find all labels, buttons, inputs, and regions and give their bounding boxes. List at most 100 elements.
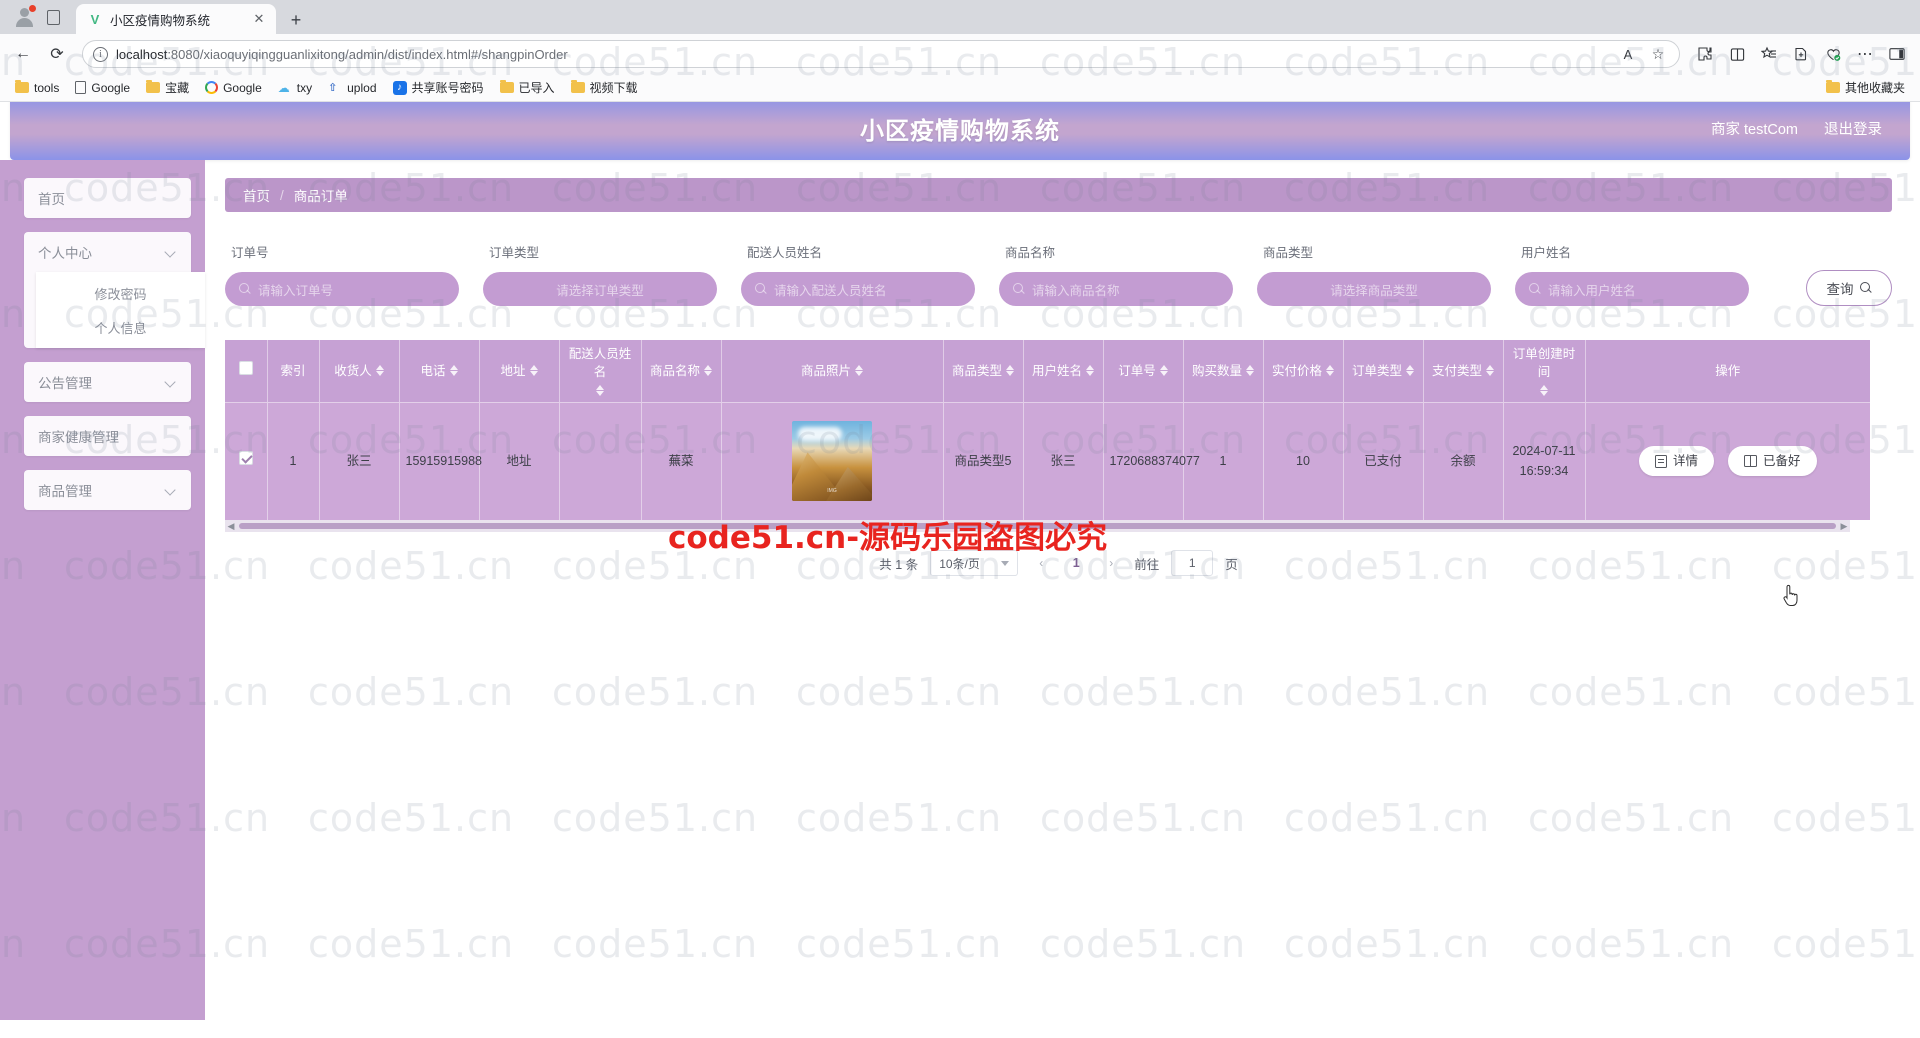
sort-icon[interactable] — [1540, 385, 1548, 397]
sort-icon[interactable] — [596, 385, 604, 397]
bookmark-item[interactable]: 视频下载 — [564, 76, 645, 99]
th-order-type[interactable]: 订单类型 — [1343, 340, 1424, 402]
th-phone[interactable]: 电话 — [399, 340, 480, 402]
bookmark-item[interactable]: ♪ 共享账号密码 — [386, 76, 491, 99]
sidebar-menu-row[interactable]: 商家健康管理 — [24, 416, 191, 456]
sort-icon[interactable] — [1246, 365, 1254, 377]
scrollbar-thumb[interactable] — [239, 523, 1836, 529]
search-input-order-no[interactable]: 请输入订单号 — [225, 272, 459, 306]
collections-icon[interactable] — [1754, 39, 1784, 69]
page-size-select[interactable]: 10条/页 — [930, 550, 1019, 576]
th-paid-price[interactable]: 实付价格 — [1263, 340, 1344, 402]
sort-icon[interactable] — [1486, 365, 1494, 377]
bookmark-item[interactable]: tools — [8, 78, 66, 98]
bookmark-item[interactable]: ☁ txy — [271, 78, 319, 98]
sort-icon[interactable] — [704, 365, 712, 377]
back-icon[interactable]: ← — [8, 39, 38, 69]
scroll-right-arrow[interactable]: ▶ — [1838, 521, 1850, 532]
new-tab-button[interactable]: + — [282, 6, 310, 34]
tab-list-icon[interactable] — [40, 4, 66, 30]
sidebar-item-merchant-health[interactable]: 商家健康管理 — [24, 416, 191, 456]
bookmark-item[interactable]: Google — [68, 78, 137, 98]
query-button[interactable]: 查询 — [1806, 270, 1892, 306]
detail-icon — [1654, 454, 1667, 468]
select-all-checkbox[interactable] — [238, 361, 253, 376]
th-goods-photo[interactable]: 商品照片 — [721, 340, 944, 402]
th-goods-type[interactable]: 商品类型 — [943, 340, 1024, 402]
detail-button[interactable]: 详情 — [1638, 446, 1714, 477]
bookmark-label: 已导入 — [518, 81, 555, 95]
th-receiver[interactable]: 收货人 — [319, 340, 400, 402]
bookmark-item[interactable]: 已导入 — [493, 76, 562, 99]
read-aloud-icon[interactable]: A — [1617, 43, 1639, 65]
scroll-left-arrow[interactable]: ◀ — [225, 521, 237, 532]
cell-goods-photo[interactable]: IMG — [721, 401, 944, 520]
sort-icon[interactable] — [1406, 365, 1414, 377]
bookmark-item[interactable]: ⇧ uplod — [321, 78, 383, 98]
sidebar-menu-row[interactable]: 首页 — [24, 178, 191, 218]
product-image[interactable]: IMG — [792, 421, 872, 502]
site-info-icon[interactable]: i — [93, 46, 108, 62]
th-order-no[interactable]: 订单号 — [1103, 340, 1184, 402]
favorite-star-icon[interactable]: ☆ — [1647, 43, 1669, 65]
jump-label: 前往 — [1134, 557, 1160, 572]
th-courier[interactable]: 配送人员姓名 — [559, 340, 642, 402]
sort-icon[interactable] — [449, 365, 458, 377]
browser-essentials-icon[interactable] — [1818, 39, 1848, 69]
sidebar-menu-row[interactable]: 个人中心 — [24, 232, 191, 272]
search-icon — [1859, 282, 1872, 294]
th-create-time[interactable]: 订单创建时间 — [1503, 340, 1586, 402]
next-page-button[interactable]: › — [1100, 551, 1122, 575]
bookmark-item[interactable]: 宝藏 — [139, 76, 196, 99]
sort-icon[interactable] — [1159, 365, 1168, 377]
search-input-user-name[interactable]: 请输入用户姓名 — [1515, 272, 1749, 306]
select-order-type[interactable]: 请选择订单类型 — [483, 272, 717, 306]
address-bar[interactable]: i localhost:8080/xiaoquyiqingguanlixiton… — [82, 40, 1680, 68]
split-screen-icon[interactable] — [1722, 39, 1752, 69]
mark-prepared-button[interactable]: 已备好 — [1728, 446, 1817, 477]
th-quantity[interactable]: 购买数量 — [1183, 340, 1264, 402]
cell-checkbox[interactable] — [225, 401, 268, 520]
page-number-1[interactable]: 1 — [1064, 551, 1088, 575]
sidebar-item-goods-management[interactable]: 商品管理 — [24, 470, 191, 510]
th-select-all[interactable] — [225, 340, 268, 402]
add-favorite-icon[interactable] — [1786, 39, 1816, 69]
sidebar-toggle-icon[interactable] — [1882, 39, 1912, 69]
sidebar-item-home[interactable]: 首页 — [24, 178, 191, 218]
sort-icon[interactable] — [375, 365, 384, 377]
th-pay-type[interactable]: 支付类型 — [1423, 340, 1504, 402]
select-goods-type[interactable]: 请选择商品类型 — [1257, 272, 1491, 306]
search-icon — [1529, 283, 1541, 295]
logout-button[interactable]: 退出登录 — [1824, 118, 1882, 139]
th-address[interactable]: 地址 — [479, 340, 560, 402]
bookmark-item[interactable]: Google — [198, 78, 269, 98]
horizontal-scrollbar[interactable]: ◀ ▶ — [225, 520, 1850, 532]
breadcrumb-home[interactable]: 首页 — [243, 185, 270, 205]
row-checkbox[interactable] — [238, 451, 253, 466]
sidebar-item-announcement[interactable]: 公告管理 — [24, 362, 191, 402]
th-goods-name[interactable]: 商品名称 — [641, 340, 722, 402]
reload-icon[interactable]: ⟳ — [42, 39, 72, 69]
search-input-goods-name[interactable]: 请输入商品名称 — [999, 272, 1233, 306]
sort-icon[interactable] — [529, 365, 538, 377]
th-user-name[interactable]: 用户姓名 — [1023, 340, 1104, 402]
jump-page-input[interactable]: 1 — [1171, 550, 1214, 576]
prev-page-button[interactable]: ‹ — [1030, 551, 1052, 575]
sort-icon[interactable] — [1006, 365, 1014, 377]
browser-tab[interactable]: V 小区疫情购物系统 ✕ — [76, 4, 276, 34]
sidebar-subitem-profile[interactable]: 个人信息 — [36, 310, 205, 344]
settings-more-icon[interactable]: ⋯ — [1850, 39, 1880, 69]
sidebar-item-personal-center[interactable]: 个人中心 修改密码 个人信息 — [24, 232, 205, 348]
table-row[interactable]: 1 张三 15915915988 地址 蕪菜 IMG 商品类型5 张三 1720… — [225, 401, 1870, 520]
extensions-icon[interactable] — [1690, 39, 1720, 69]
sidebar-subitem-change-password[interactable]: 修改密码 — [36, 276, 205, 310]
sort-icon[interactable] — [1086, 365, 1094, 377]
sort-icon[interactable] — [1326, 365, 1334, 377]
sidebar-menu-row[interactable]: 商品管理 — [24, 470, 191, 510]
profile-avatar-icon[interactable] — [12, 4, 38, 30]
sidebar-menu-row[interactable]: 公告管理 — [24, 362, 191, 402]
close-icon[interactable]: ✕ — [250, 10, 268, 28]
sort-icon[interactable] — [855, 365, 863, 377]
other-favorites-button[interactable]: 其他收藏夹 — [1819, 76, 1912, 99]
search-input-courier-name[interactable]: 请输入配送人员姓名 — [741, 272, 975, 306]
